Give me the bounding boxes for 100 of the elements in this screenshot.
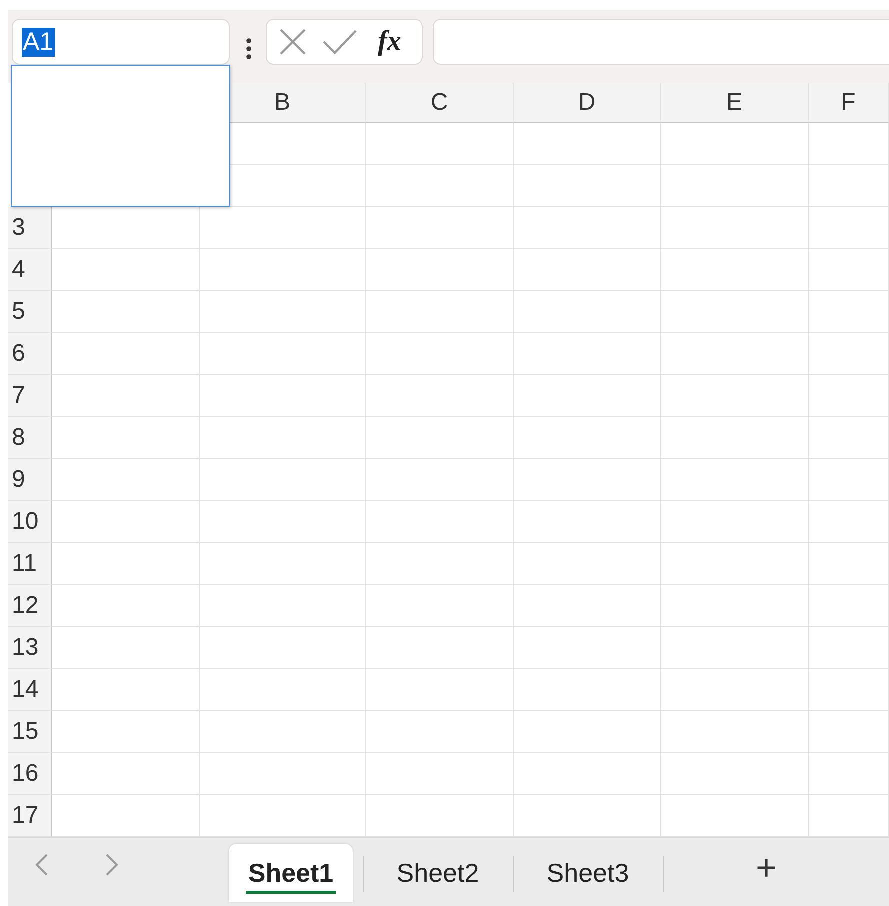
- column-header[interactable]: C: [430, 90, 448, 114]
- spreadsheet-cell[interactable]: [661, 333, 809, 375]
- spreadsheet-cell[interactable]: [661, 711, 809, 753]
- spreadsheet-cell[interactable]: [809, 207, 889, 249]
- spreadsheet-cell[interactable]: [809, 333, 889, 375]
- row-header[interactable]: 6: [12, 342, 26, 366]
- spreadsheet-cell[interactable]: [200, 543, 366, 585]
- spreadsheet-cell[interactable]: [52, 753, 200, 795]
- spreadsheet-cell[interactable]: [52, 543, 200, 585]
- spreadsheet-cell[interactable]: [200, 753, 366, 795]
- spreadsheet-cell[interactable]: [200, 501, 366, 543]
- spreadsheet-cell[interactable]: [52, 501, 200, 543]
- spreadsheet-cell[interactable]: [809, 291, 889, 333]
- column-header[interactable]: F: [841, 90, 856, 114]
- spreadsheet-cell[interactable]: [52, 207, 200, 249]
- spreadsheet-cell[interactable]: [809, 543, 889, 585]
- spreadsheet-cell[interactable]: [366, 165, 514, 207]
- spreadsheet-cell[interactable]: [514, 501, 661, 543]
- spreadsheet-cell[interactable]: [366, 207, 514, 249]
- spreadsheet-cell[interactable]: [809, 585, 889, 627]
- spreadsheet-cell[interactable]: [366, 291, 514, 333]
- spreadsheet-cell[interactable]: [52, 333, 200, 375]
- spreadsheet-cell[interactable]: [661, 207, 809, 249]
- next-sheet-icon[interactable]: [105, 853, 119, 877]
- spreadsheet-cell[interactable]: [514, 207, 661, 249]
- spreadsheet-cell[interactable]: [661, 249, 809, 291]
- spreadsheet-cell[interactable]: [809, 711, 889, 753]
- spreadsheet-cell[interactable]: [366, 417, 514, 459]
- name-box[interactable]: A1: [12, 19, 230, 65]
- spreadsheet-cell[interactable]: [514, 459, 661, 501]
- spreadsheet-cell[interactable]: [366, 669, 514, 711]
- row-header[interactable]: 7: [12, 384, 26, 408]
- spreadsheet-cell[interactable]: [366, 459, 514, 501]
- spreadsheet-cell[interactable]: [809, 627, 889, 669]
- spreadsheet-cell[interactable]: [514, 669, 661, 711]
- spreadsheet-cell[interactable]: [514, 375, 661, 417]
- spreadsheet-cell[interactable]: [200, 459, 366, 501]
- spreadsheet-cell[interactable]: [366, 249, 514, 291]
- spreadsheet-cell[interactable]: [661, 375, 809, 417]
- more-icon[interactable]: [246, 38, 252, 60]
- spreadsheet-cell[interactable]: [661, 123, 809, 165]
- row-header[interactable]: 9: [12, 468, 26, 492]
- column-header[interactable]: E: [726, 90, 742, 114]
- insert-function-button[interactable]: fx: [378, 26, 402, 58]
- spreadsheet-cell[interactable]: [809, 249, 889, 291]
- spreadsheet-cell[interactable]: [200, 669, 366, 711]
- row-header[interactable]: 4: [12, 258, 26, 282]
- spreadsheet-cell[interactable]: [661, 753, 809, 795]
- spreadsheet-cell[interactable]: [661, 291, 809, 333]
- spreadsheet-cell[interactable]: [366, 627, 514, 669]
- spreadsheet-cell[interactable]: [514, 417, 661, 459]
- spreadsheet-cell[interactable]: [52, 585, 200, 627]
- add-sheet-button[interactable]: +: [756, 847, 778, 889]
- spreadsheet-cell[interactable]: [200, 585, 366, 627]
- sheet-tab[interactable]: Sheet3: [513, 844, 663, 902]
- spreadsheet-cell[interactable]: [52, 459, 200, 501]
- spreadsheet-cell[interactable]: [661, 417, 809, 459]
- column-header[interactable]: B: [274, 90, 290, 114]
- spreadsheet-cell[interactable]: [661, 669, 809, 711]
- spreadsheet-cell[interactable]: [514, 585, 661, 627]
- spreadsheet-cell[interactable]: [514, 291, 661, 333]
- spreadsheet-cell[interactable]: [200, 711, 366, 753]
- sheet-tab[interactable]: Sheet2: [363, 844, 513, 902]
- spreadsheet-cell[interactable]: [809, 123, 889, 165]
- previous-sheet-icon[interactable]: [35, 853, 49, 877]
- cancel-icon[interactable]: [278, 27, 308, 57]
- spreadsheet-cell[interactable]: [514, 249, 661, 291]
- spreadsheet-cell[interactable]: [366, 711, 514, 753]
- sheet-tab[interactable]: Sheet1: [229, 844, 353, 902]
- spreadsheet-cell[interactable]: [809, 165, 889, 207]
- spreadsheet-cell[interactable]: [52, 417, 200, 459]
- spreadsheet-cell[interactable]: [809, 375, 889, 417]
- spreadsheet-cell[interactable]: [200, 333, 366, 375]
- spreadsheet-cell[interactable]: [661, 585, 809, 627]
- spreadsheet-cell[interactable]: [200, 249, 366, 291]
- spreadsheet-cell[interactable]: [514, 165, 661, 207]
- spreadsheet-cell[interactable]: [366, 753, 514, 795]
- spreadsheet-cell[interactable]: [514, 711, 661, 753]
- spreadsheet-cell[interactable]: [366, 501, 514, 543]
- spreadsheet-cell[interactable]: [514, 627, 661, 669]
- spreadsheet-cell[interactable]: [366, 123, 514, 165]
- column-header[interactable]: D: [578, 90, 596, 114]
- row-header[interactable]: 3: [12, 216, 26, 240]
- spreadsheet-cell[interactable]: [200, 375, 366, 417]
- spreadsheet-cell[interactable]: [52, 627, 200, 669]
- spreadsheet-cell[interactable]: [809, 459, 889, 501]
- spreadsheet-cell[interactable]: [200, 627, 366, 669]
- spreadsheet-cell[interactable]: [200, 207, 366, 249]
- spreadsheet-cell[interactable]: [366, 333, 514, 375]
- spreadsheet-cell[interactable]: [514, 123, 661, 165]
- spreadsheet-cell[interactable]: [200, 417, 366, 459]
- row-header[interactable]: 5: [12, 300, 26, 324]
- spreadsheet-cell[interactable]: [661, 627, 809, 669]
- spreadsheet-cell[interactable]: [809, 669, 889, 711]
- spreadsheet-cell[interactable]: [514, 753, 661, 795]
- spreadsheet-cell[interactable]: [52, 375, 200, 417]
- spreadsheet-cell[interactable]: [366, 585, 514, 627]
- spreadsheet-cell[interactable]: [661, 543, 809, 585]
- spreadsheet-cell[interactable]: [514, 543, 661, 585]
- spreadsheet-cell[interactable]: [809, 501, 889, 543]
